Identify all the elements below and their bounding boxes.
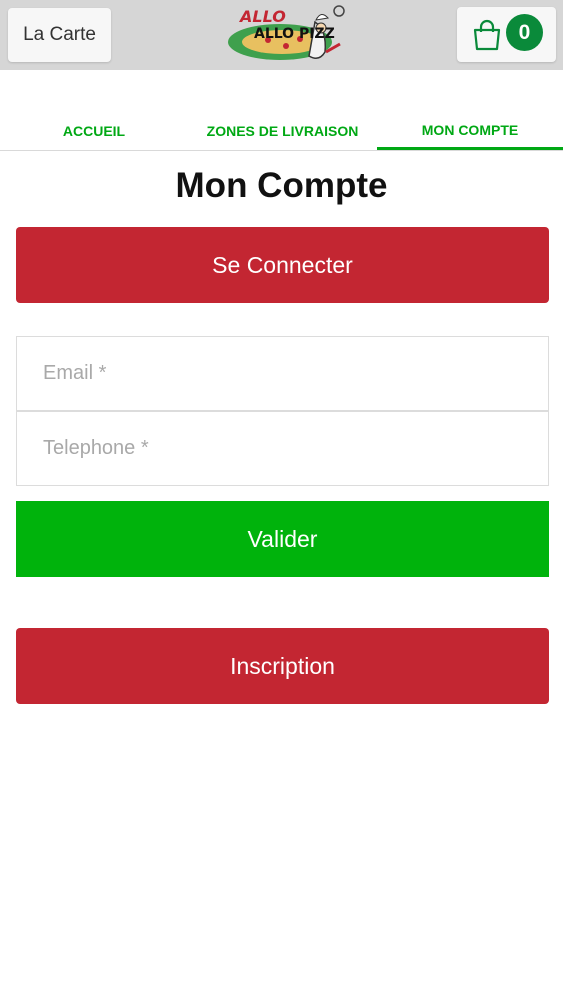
telephone-field[interactable] <box>16 411 549 486</box>
shopping-bag-icon <box>473 19 501 51</box>
nav-tabs: ACCUEIL ZONES DE LIVRAISON MON COMPTE <box>0 112 563 151</box>
se-connecter-label: Se Connecter <box>212 251 353 278</box>
la-carte-button[interactable]: La Carte <box>8 8 111 62</box>
valider-label: Valider <box>247 525 318 552</box>
page-title: Mon Compte <box>175 166 388 205</box>
svg-text:ALLO: ALLO <box>238 7 286 26</box>
logo-text: ALLO PIZZ <box>254 26 335 42</box>
tab-accueil[interactable]: ACCUEIL <box>0 112 188 150</box>
allo-pizza-logo: ALLO ALLO PIZZ <box>228 5 345 60</box>
inscription-label: Inscription <box>230 652 335 679</box>
se-connecter-button[interactable]: Se Connecter <box>16 227 549 303</box>
tab-zones-de-livraison[interactable]: ZONES DE LIVRAISON <box>188 112 377 150</box>
inscription-button[interactable]: Inscription <box>16 628 549 704</box>
email-field[interactable] <box>16 336 549 411</box>
valider-button[interactable]: Valider <box>16 501 549 577</box>
top-bar: La Carte ALLO ALLO PIZZ 0 <box>0 0 563 70</box>
tab-mon-compte[interactable]: MON COMPTE <box>377 112 563 150</box>
cart-button[interactable]: 0 <box>457 7 556 62</box>
la-carte-label: La Carte <box>23 24 96 45</box>
cart-count-badge: 0 <box>506 14 543 51</box>
